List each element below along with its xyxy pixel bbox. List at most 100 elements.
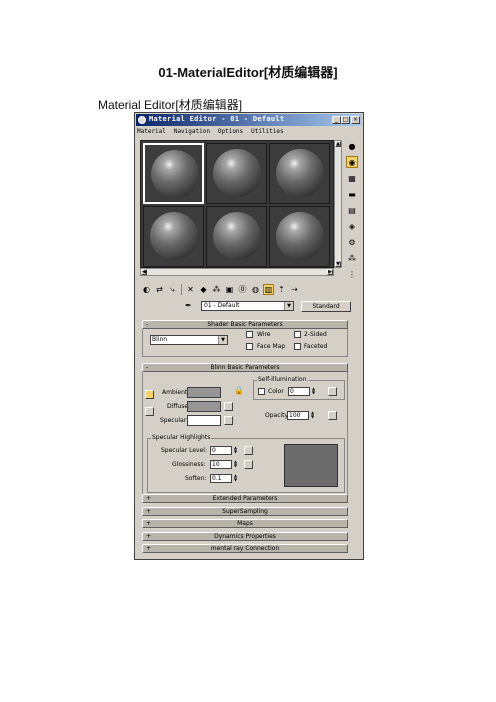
specular-map-button[interactable] (224, 416, 233, 425)
horizontal-scrollbar[interactable]: ◀ ▶ (140, 268, 334, 276)
self-illum-color-checkbox[interactable] (258, 388, 265, 395)
spinner-icon[interactable]: ▲ ▼ (233, 446, 238, 454)
shader-type-dropdown[interactable]: Blinn ▼ (150, 335, 228, 345)
spinner-icon[interactable]: ▲ ▼ (310, 411, 315, 419)
go-to-parent-icon[interactable]: ⇡ (276, 284, 287, 295)
window-title: Material Editor - 01 - Default (149, 115, 285, 123)
background-checker-icon[interactable]: ▦ (346, 172, 358, 184)
make-copy-icon[interactable]: ◆ (198, 284, 209, 295)
menu-utilities[interactable]: Utilities (251, 128, 284, 135)
rollout-dynamics-properties: + Dynamics Properties (142, 532, 348, 541)
specular-level-map-button[interactable] (244, 446, 253, 455)
glossiness-map-button[interactable] (244, 460, 253, 469)
face-map-checkbox[interactable] (246, 343, 253, 350)
specular-level-field[interactable]: 0 (210, 446, 232, 455)
sample-slot[interactable] (206, 143, 267, 204)
rollout-title: Extended Parameters (212, 495, 278, 502)
opacity-label: Opacity: (265, 412, 290, 419)
scroll-down-icon[interactable]: ▼ (335, 261, 341, 267)
put-to-library-icon[interactable]: ▣ (224, 284, 235, 295)
sample-slot[interactable] (143, 143, 204, 204)
options-icon[interactable]: ⚙ (346, 236, 358, 248)
video-color-check-icon[interactable]: ▤ (346, 204, 358, 216)
opacity-map-button[interactable] (328, 411, 337, 420)
title-bar[interactable]: Material Editor - 01 - Default _ □ × (136, 114, 362, 126)
sample-slot[interactable] (269, 206, 330, 267)
sample-slot[interactable] (143, 206, 204, 267)
scroll-right-icon[interactable]: ▶ (327, 269, 333, 275)
rollout-header[interactable]: + Dynamics Properties (142, 532, 348, 541)
close-button[interactable]: × (351, 116, 360, 124)
sphere-preview (151, 150, 199, 198)
select-by-material-icon[interactable]: ⁂ (346, 252, 358, 264)
side-toolbar: ● ◉ ▦ ▬ ▤ ◈ ⚙ ⁂ ⋮ (344, 140, 360, 284)
menu-navigation[interactable]: Navigation (174, 128, 210, 135)
minimize-button[interactable]: _ (332, 116, 341, 124)
vertical-scrollbar[interactable]: ▲ ▼ (334, 140, 342, 268)
material-editor-window: Material Editor - 01 - Default _ □ × Mat… (134, 112, 364, 560)
collapse-icon: - (146, 321, 149, 328)
rollout-title: Blinn Basic Parameters (210, 364, 280, 371)
sample-slot[interactable] (269, 143, 330, 204)
faceted-checkbox[interactable] (294, 343, 301, 350)
two-sided-checkbox[interactable] (294, 331, 301, 338)
specular-color-swatch[interactable] (187, 415, 221, 426)
sample-slots (140, 140, 334, 268)
scroll-left-icon[interactable]: ◀ (141, 269, 147, 275)
rollout-header[interactable]: + Maps (142, 519, 348, 528)
chevron-down-icon[interactable]: ▼ (218, 336, 227, 344)
go-forward-sibling-icon[interactable]: ⇢ (289, 284, 300, 295)
menu-bar: Material Navigation Options Utilities (137, 128, 361, 137)
show-map-icon[interactable]: ◍ (250, 284, 261, 295)
material-name-field[interactable]: 01 - Default ▼ (201, 301, 294, 311)
self-illum-map-button[interactable] (328, 387, 337, 396)
spinner-icon[interactable]: ▲ ▼ (233, 460, 238, 468)
put-material-icon[interactable]: ⇄ (154, 284, 165, 295)
material-type-button[interactable]: Standard (301, 301, 351, 312)
pick-material-icon[interactable]: ✒ (185, 301, 195, 311)
reset-icon[interactable]: ✕ (185, 284, 196, 295)
get-material-icon[interactable]: ◐ (141, 284, 152, 295)
rollout-title: Maps (237, 520, 253, 527)
rollout-header[interactable]: + SuperSampling (142, 507, 348, 516)
sphere-preview (213, 212, 261, 260)
sample-type-icon[interactable]: ● (346, 140, 358, 152)
make-unique-icon[interactable]: ⁂ (211, 284, 222, 295)
chevron-down-icon[interactable]: ▼ (284, 302, 293, 310)
lock-diffuse-specular-icon[interactable] (145, 407, 154, 416)
diffuse-map-button[interactable] (224, 402, 233, 411)
menu-options[interactable]: Options (218, 128, 243, 135)
maximize-button[interactable]: □ (341, 116, 350, 124)
spinner-icon[interactable]: ▲ ▼ (233, 474, 238, 482)
rollout-supersampling: + SuperSampling (142, 507, 348, 516)
material-map-navigator-icon[interactable]: ⋮ (346, 268, 358, 280)
uv-tiling-icon[interactable]: ▬ (346, 188, 358, 200)
glossiness-field[interactable]: 10 (210, 460, 232, 469)
rollout-header[interactable]: - Blinn Basic Parameters (142, 363, 348, 372)
backlight-icon[interactable]: ◉ (346, 156, 358, 168)
rollout-title: Shader Basic Parameters (207, 321, 283, 328)
show-end-result-icon[interactable]: ▥ (263, 284, 274, 295)
self-illum-color-label: Color (268, 388, 284, 395)
rollout-header[interactable]: + Extended Parameters (142, 494, 348, 503)
ambient-color-swatch[interactable] (187, 387, 221, 398)
document-subtitle: Material Editor[材质编辑器] (98, 98, 243, 112)
scroll-up-icon[interactable]: ▲ (335, 141, 341, 147)
material-id-icon[interactable]: ⓪ (237, 284, 248, 295)
make-preview-icon[interactable]: ◈ (346, 220, 358, 232)
sample-slot[interactable] (206, 206, 267, 267)
self-illum-value-field[interactable]: 0 (288, 387, 310, 396)
spinner-icon[interactable]: ▲ ▼ (311, 387, 316, 395)
menu-material[interactable]: Material (137, 128, 166, 135)
lock-ambient-diffuse-icon[interactable] (145, 390, 154, 399)
rollout-header[interactable]: - Shader Basic Parameters (142, 320, 348, 329)
assign-material-icon[interactable]: ⤷ (167, 284, 178, 295)
lock-icon[interactable]: 🔒 (234, 386, 244, 395)
diffuse-color-swatch[interactable] (187, 401, 221, 412)
wire-checkbox[interactable] (246, 331, 253, 338)
soften-field[interactable]: 0.1 (210, 474, 232, 483)
material-name-row: ✒ 01 - Default ▼ Standard (141, 301, 359, 313)
toolbar-separator (181, 284, 182, 295)
rollout-header[interactable]: + mental ray Connection (142, 544, 348, 553)
opacity-value-field[interactable]: 100 (287, 411, 309, 420)
